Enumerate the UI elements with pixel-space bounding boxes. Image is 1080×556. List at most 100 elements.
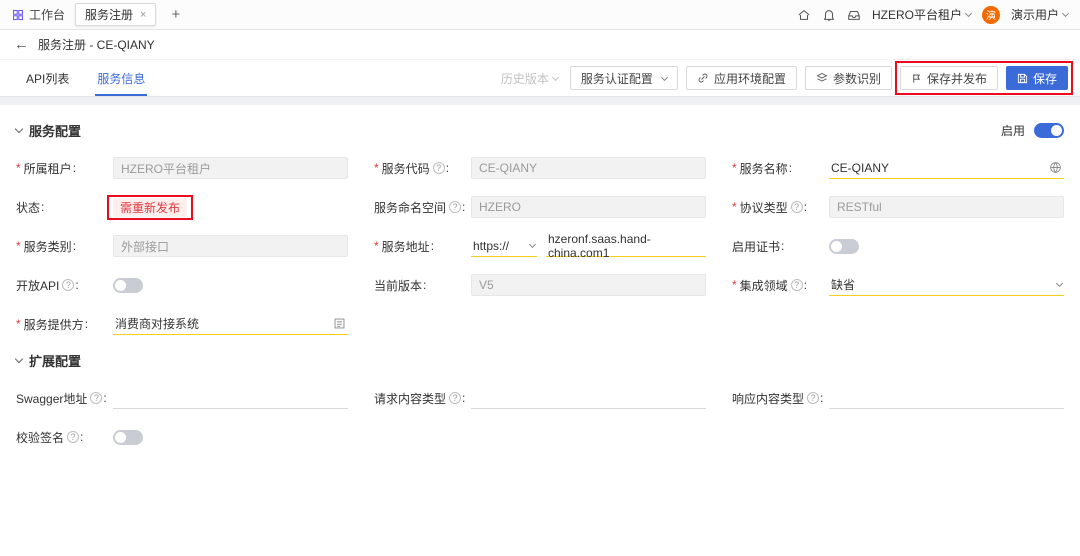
help-icon xyxy=(62,279,75,291)
field-label: 开放API xyxy=(16,278,60,293)
field-label: 状态 xyxy=(16,200,41,215)
help-icon xyxy=(449,392,462,404)
field-label: 当前版本 xyxy=(374,278,423,293)
open-api-toggle[interactable] xyxy=(113,277,143,293)
help-icon xyxy=(807,392,820,404)
field-namespace: 服务命名空间 HZERO xyxy=(374,195,706,219)
save-icon xyxy=(1017,73,1028,84)
collapse-chevron-icon xyxy=(14,354,24,364)
scheme-select[interactable]: https:// xyxy=(471,235,537,257)
field-label: 请求内容类型 xyxy=(374,391,447,406)
help-icon xyxy=(90,392,103,404)
help-icon xyxy=(790,279,803,291)
domain-value: 缺省 xyxy=(831,278,856,292)
provider-input[interactable]: 消费商对接系统 xyxy=(113,313,348,335)
status-badge: 需重新发布 xyxy=(113,197,188,217)
required-mark: * xyxy=(732,200,737,214)
section-service-config[interactable]: 服务配置 xyxy=(14,121,81,140)
verify-sign-toggle[interactable] xyxy=(113,429,143,445)
home-icon[interactable] xyxy=(797,8,811,22)
field-label: 启用证书 xyxy=(732,239,781,254)
workbench-tab[interactable]: 工作台 xyxy=(12,6,65,23)
history-version-label: 历史版本 xyxy=(500,71,549,86)
required-mark: * xyxy=(374,239,379,253)
env-config-button[interactable]: 应用环境配置 xyxy=(685,66,797,90)
tenant-switcher[interactable]: HZERO平台租户 xyxy=(872,6,973,23)
domain-select[interactable]: 缺省 xyxy=(829,274,1064,296)
user-name: 演示用户 xyxy=(1010,8,1059,22)
user-menu[interactable]: 演示用户 xyxy=(1010,6,1070,23)
save-button[interactable]: 保存 xyxy=(1005,66,1068,90)
field-status: 状态 需重新发布 xyxy=(16,194,348,220)
help-icon xyxy=(432,162,445,174)
param-recognition-label: 参数识别 xyxy=(832,71,881,86)
field-label: 服务代码 xyxy=(381,161,430,176)
field-request-type: 请求内容类型 xyxy=(374,386,706,410)
back-button[interactable]: ← xyxy=(14,37,29,52)
auth-config-button[interactable]: 服务认证配置 xyxy=(569,66,678,90)
required-mark: * xyxy=(16,317,21,331)
window-tab-strip: 工作台 服务注册 × + HZERO平台租户 演 演示用户 xyxy=(0,0,1080,30)
field-domain: *集成领域 缺省 xyxy=(732,273,1064,297)
field-label: Swagger地址 xyxy=(16,391,88,406)
required-mark: * xyxy=(374,161,379,175)
field-open-api: 开放API xyxy=(16,273,348,297)
content-area: 服务配置 启用 *所属租户 HZERO平台租户 *服务代码 CE-QIANY *… xyxy=(0,97,1080,556)
workbench-grid-icon xyxy=(12,9,24,21)
service-name-value: CE-QIANY xyxy=(831,160,890,175)
request-type-input[interactable] xyxy=(471,387,706,409)
field-label: 服务名称 xyxy=(739,161,788,176)
enable-toggle[interactable] xyxy=(1034,123,1064,138)
field-verify-sign: 校验签名 xyxy=(16,425,348,449)
section-title: 扩展配置 xyxy=(29,354,82,369)
field-category: *服务类别 外部接口 xyxy=(16,234,348,258)
inbox-icon[interactable] xyxy=(847,8,861,22)
avatar[interactable]: 演 xyxy=(981,5,1000,24)
field-response-type: 响应内容类型 xyxy=(732,386,1064,410)
service-name-input[interactable]: CE-QIANY xyxy=(829,157,1064,179)
field-version: 当前版本 V5 xyxy=(374,273,706,297)
lov-list-icon[interactable] xyxy=(333,317,346,330)
bell-icon[interactable] xyxy=(822,8,836,22)
chevron-down-icon xyxy=(964,9,973,18)
add-tab-button[interactable]: + xyxy=(166,6,185,23)
provider-value: 消费商对接系统 xyxy=(115,317,200,331)
version-input: V5 xyxy=(471,274,706,296)
field-service-code: *服务代码 CE-QIANY xyxy=(374,156,706,180)
field-label: 服务类别 xyxy=(23,239,72,254)
chevron-down-icon xyxy=(1055,279,1064,288)
field-protocol: *协议类型 RESTful xyxy=(732,195,1064,219)
save-and-publish-button[interactable]: 保存并发布 xyxy=(899,66,998,90)
service-register-window-tab[interactable]: 服务注册 × xyxy=(75,3,157,26)
cert-toggle[interactable] xyxy=(829,238,859,254)
enable-label: 启用 xyxy=(1000,124,1025,138)
required-mark: * xyxy=(16,161,21,175)
chevron-down-icon xyxy=(660,73,668,81)
protocol-input: RESTful xyxy=(829,196,1064,218)
link-icon xyxy=(697,72,709,84)
category-input: 外部接口 xyxy=(113,235,348,257)
scheme-value: https:// xyxy=(473,238,510,253)
chevron-down-icon xyxy=(528,240,537,249)
address-value: hzeronf.saas.hand-china.com1 xyxy=(548,231,651,260)
field-label: 服务提供方 xyxy=(23,317,84,332)
save-label: 保存 xyxy=(1032,71,1057,86)
globe-icon[interactable] xyxy=(1049,161,1062,174)
tab-service-info[interactable]: 服务信息 xyxy=(83,60,159,96)
address-input[interactable]: hzeronf.saas.hand-china.com1 xyxy=(546,231,706,260)
service-register-tab-label: 服务注册 xyxy=(85,8,134,22)
tenant-input: HZERO平台租户 xyxy=(113,157,348,179)
auth-config-label: 服务认证配置 xyxy=(580,71,653,86)
history-version-dropdown[interactable]: 历史版本 xyxy=(500,70,559,87)
close-tab-icon[interactable]: × xyxy=(140,9,146,21)
tab-api-list[interactable]: API列表 xyxy=(12,60,83,96)
field-label: 服务命名空间 xyxy=(374,200,447,215)
section-extend-config[interactable]: 扩展配置 xyxy=(14,351,82,370)
page-title: 服务注册 - CE-QIANY xyxy=(38,38,155,52)
save-buttons-group: 保存并发布 保存 xyxy=(894,61,1073,95)
swagger-input[interactable] xyxy=(113,387,348,409)
param-recognition-button[interactable]: 参数识别 xyxy=(804,66,892,90)
help-icon xyxy=(449,201,462,213)
response-type-input[interactable] xyxy=(829,387,1064,409)
tabbar: API列表 服务信息 历史版本 服务认证配置 应用环境配置 参数识别 保存并发布… xyxy=(0,60,1080,97)
